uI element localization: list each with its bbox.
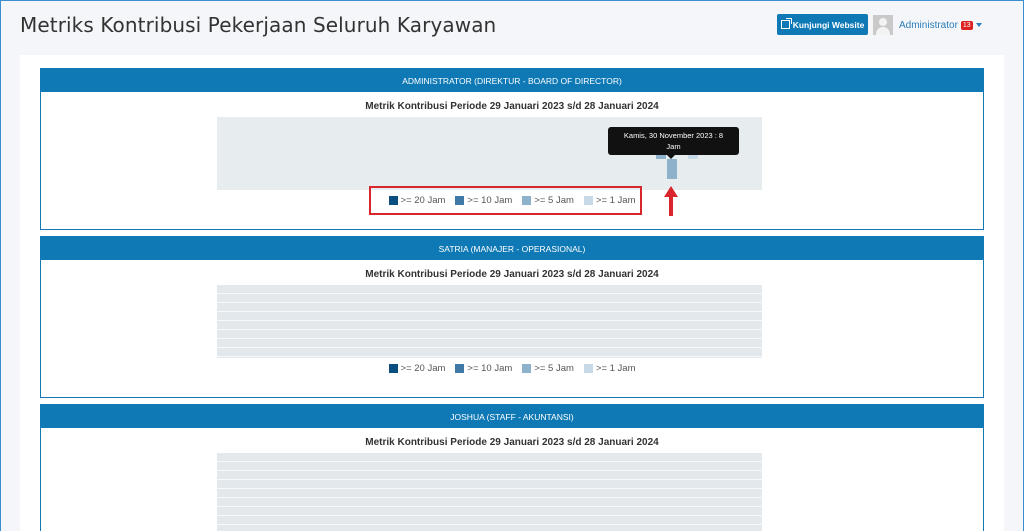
- contribution-card-joshua: JOSHUA (STAFF - AKUNTANSI) Metrik Kontri…: [40, 404, 984, 531]
- contribution-card-administrator: ADMINISTRATOR (DIREKTUR - BOARD OF DIREC…: [40, 68, 984, 230]
- page-title: Metriks Kontribusi Pekerjaan Seluruh Kar…: [20, 13, 497, 37]
- legend-highlight-box: [369, 186, 642, 215]
- avatar-icon: [873, 15, 893, 35]
- legend-item: >= 5 Jam: [522, 363, 574, 374]
- user-menu[interactable]: Administrator 13: [873, 14, 982, 36]
- contribution-heatmap[interactable]: [217, 453, 762, 531]
- legend-swatch: [522, 364, 532, 373]
- user-name: Administrator: [899, 19, 958, 31]
- metric-title: Metrik Kontribusi Periode 29 Januari 202…: [365, 101, 659, 112]
- legend-swatch: [455, 364, 465, 373]
- metric-title: Metrik Kontribusi Periode 29 Januari 202…: [365, 269, 659, 280]
- heatmap-tooltip: Kamis, 30 November 2023 : 8 Jam: [608, 127, 739, 159]
- legend-swatch: [388, 364, 398, 373]
- tooltip-line-1: Kamis, 30 November 2023 : 8: [623, 131, 724, 140]
- metric-title: Metrik Kontribusi Periode 29 Januari 202…: [365, 437, 659, 448]
- legend-label: >= 10 Jam: [467, 363, 513, 374]
- card-header: JOSHUA (STAFF - AKUNTANSI): [41, 405, 983, 428]
- contribution-heatmap[interactable]: [217, 285, 762, 358]
- caret-down-icon: [975, 23, 982, 27]
- heatmap-cell-highlighted[interactable]: [667, 159, 677, 179]
- legend-label: >= 5 Jam: [534, 363, 574, 374]
- tooltip-line-2: Jam: [666, 142, 681, 151]
- visit-website-label: Kunjungi Website: [792, 19, 865, 30]
- visit-website-button[interactable]: Kunjungi Website: [777, 14, 868, 35]
- legend-item: >= 10 Jam: [455, 363, 512, 374]
- legend: >= 20 Jam >= 10 Jam >= 5 Jam >= 1 Jam: [41, 363, 983, 374]
- legend-item: >= 20 Jam: [388, 363, 446, 374]
- card-header: SATRIA (MANAJER - OPERASIONAL): [41, 237, 983, 260]
- contribution-card-satria: SATRIA (MANAJER - OPERASIONAL) Metrik Ko…: [40, 236, 984, 398]
- legend-label: >= 1 Jam: [595, 363, 636, 374]
- notification-badge: 13: [960, 20, 973, 30]
- legend-item: >= 1 Jam: [583, 363, 636, 374]
- card-header: ADMINISTRATOR (DIREKTUR - BOARD OF DIREC…: [41, 69, 983, 92]
- external-link-icon: [780, 18, 792, 29]
- legend-swatch: [583, 364, 593, 373]
- legend-label: >= 20 Jam: [400, 363, 446, 374]
